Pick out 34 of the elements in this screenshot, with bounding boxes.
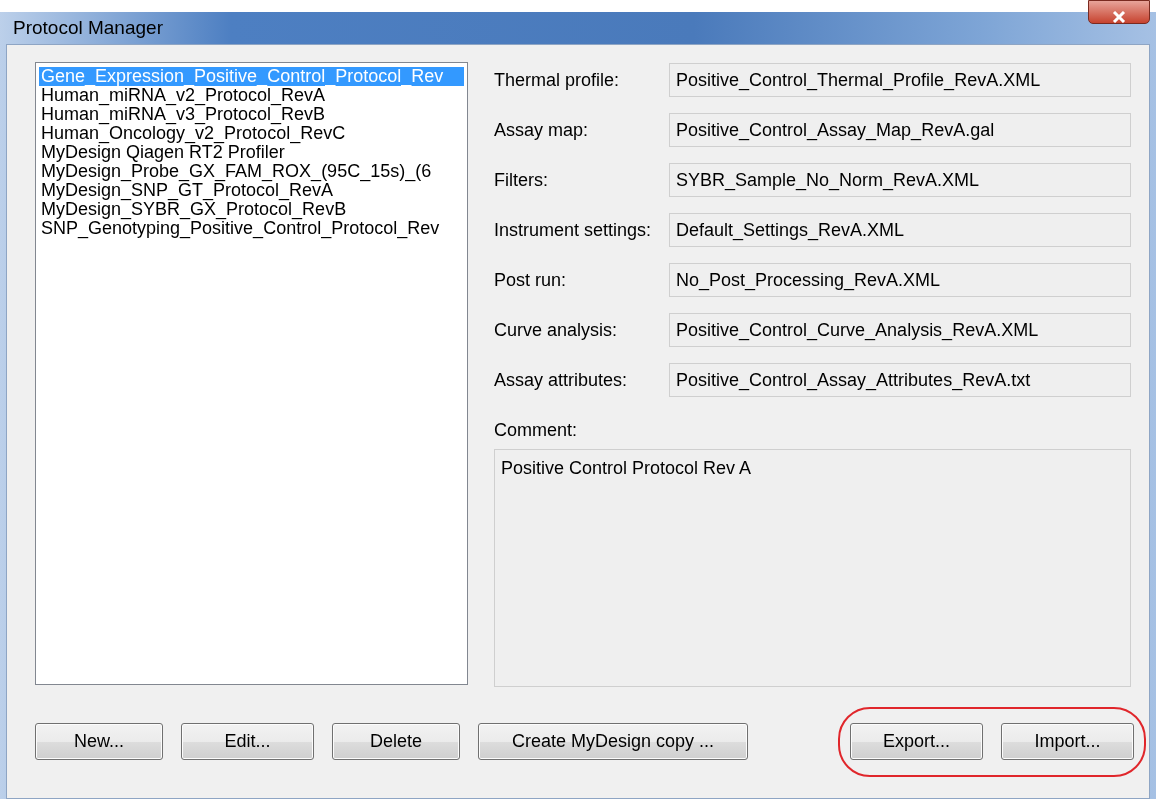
- field-label: Assay attributes:: [494, 369, 629, 391]
- list-item[interactable]: Human_Oncology_v2_Protocol_RevC: [39, 124, 464, 143]
- close-icon: [1112, 11, 1126, 23]
- list-item[interactable]: Human_miRNA_v3_Protocol_RevB: [39, 105, 464, 124]
- field-label: Instrument settings:: [494, 219, 653, 241]
- comment-field[interactable]: Positive Control Protocol Rev A: [494, 449, 1131, 687]
- comment-label: Comment:: [494, 420, 579, 441]
- text-field[interactable]: Positive_Control_Curve_Analysis_RevA.XML: [669, 313, 1131, 347]
- text-field[interactable]: Positive_Control_Assay_Attributes_RevA.txt: [669, 363, 1131, 397]
- protocol-list[interactable]: [35, 62, 468, 685]
- list-item[interactable]: MyDesign Qiagen RT2 Profiler: [39, 143, 464, 162]
- dialog-button[interactable]: Edit...: [181, 723, 314, 760]
- dialog-button[interactable]: Export...: [850, 723, 983, 760]
- text-field[interactable]: Default_Settings_RevA.XML: [669, 213, 1131, 247]
- window-title: Protocol Manager: [13, 17, 163, 39]
- field-label: Assay map:: [494, 119, 590, 141]
- field-label: Filters:: [494, 169, 549, 191]
- dialog-button[interactable]: Import...: [1001, 723, 1134, 760]
- dialog-button[interactable]: Create MyDesign copy ...: [478, 723, 748, 760]
- list-item[interactable]: MyDesign_SYBR_GX_Protocol_RevB: [39, 200, 464, 219]
- field-label: Curve analysis:: [494, 319, 619, 341]
- field-label: Post run:: [494, 269, 568, 291]
- field-label: Thermal profile:: [494, 69, 621, 91]
- list-item[interactable]: Human_miRNA_v2_Protocol_RevA: [39, 86, 464, 105]
- list-item[interactable]: MyDesign_Probe_GX_FAM_ROX_(95C_15s)_(6: [39, 162, 464, 181]
- text-field[interactable]: Positive_Control_Assay_Map_RevA.gal: [669, 113, 1131, 147]
- text-field[interactable]: No_Post_Processing_RevA.XML: [669, 263, 1131, 297]
- text-field[interactable]: Positive_Control_Thermal_Profile_RevA.XML: [669, 63, 1131, 97]
- dialog-button[interactable]: Delete: [332, 723, 460, 760]
- list-item[interactable]: MyDesign_SNP_GT_Protocol_RevA: [39, 181, 464, 200]
- close-button[interactable]: [1088, 0, 1150, 24]
- text-field[interactable]: SYBR_Sample_No_Norm_RevA.XML: [669, 163, 1131, 197]
- list-item[interactable]: SNP_Genotyping_Positive_Control_Protocol_Rev: [39, 219, 464, 238]
- dialog-button[interactable]: New...: [35, 723, 163, 760]
